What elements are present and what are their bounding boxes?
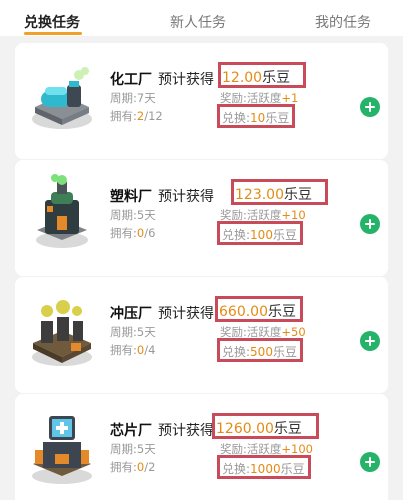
- stamping-factory-icon: [27, 291, 97, 369]
- predicted-price: 1260.00乐豆: [212, 413, 319, 439]
- factory-name: 塑料厂: [110, 189, 152, 205]
- predict-label: 预计获得: [158, 306, 214, 322]
- factory-card: 化工厂 预计获得 12.00乐豆 周期:7天 拥有:2/12 奖励:活跃度+1 …: [15, 43, 388, 159]
- exchange-cost: 兑换:1000乐豆: [217, 455, 311, 479]
- exchange-cost: 兑换:100乐豆: [217, 221, 303, 245]
- predict-label: 预计获得: [158, 189, 214, 205]
- factory-name: 冲压厂: [110, 306, 152, 322]
- price-value: 660.00: [219, 304, 268, 320]
- tab-newbie-tasks[interactable]: 新人任务: [170, 12, 226, 32]
- period-text: 周期:5天: [110, 325, 156, 339]
- add-button[interactable]: [360, 331, 380, 351]
- owned-text: 拥有:2/12: [110, 109, 163, 123]
- add-button[interactable]: [360, 452, 380, 472]
- owned-text: 拥有:0/4: [110, 343, 156, 357]
- predict-label: 预计获得: [158, 72, 214, 88]
- price-unit: 乐豆: [262, 70, 291, 86]
- active-tab-indicator: [24, 32, 82, 35]
- factory-name: 芯片厂: [110, 423, 152, 439]
- price-value: 123.00: [235, 187, 284, 203]
- predicted-price: 660.00乐豆: [215, 296, 303, 322]
- predicted-price: 12.00乐豆: [218, 62, 306, 88]
- tab-my-tasks[interactable]: 我的任务: [315, 12, 371, 32]
- factory-card: 塑料厂 预计获得 123.00乐豆 周期:5天 拥有:0/6 奖励:活跃度+10…: [15, 160, 388, 276]
- factory-card: 芯片厂 预计获得 1260.00乐豆 周期:5天 拥有:0/2 奖励:活跃度+1…: [15, 394, 388, 500]
- predicted-price: 123.00乐豆: [231, 179, 328, 205]
- period-text: 周期:7天: [110, 91, 156, 105]
- exchange-cost: 兑换:500乐豆: [217, 338, 303, 362]
- period-text: 周期:5天: [110, 208, 156, 222]
- predict-label: 预计获得: [158, 423, 214, 439]
- tab-bar: 兑换任务 新人任务 我的任务: [0, 0, 403, 36]
- exchange-cost: 兑换:10乐豆: [217, 104, 296, 128]
- owned-text: 拥有:0/2: [110, 460, 156, 474]
- factory-name: 化工厂: [110, 72, 152, 88]
- add-button[interactable]: [360, 214, 380, 234]
- price-unit: 乐豆: [268, 304, 296, 320]
- factory-card: 冲压厂 预计获得 660.00乐豆 周期:5天 拥有:0/4 奖励:活跃度+50…: [15, 277, 388, 393]
- add-button[interactable]: [360, 97, 380, 117]
- owned-text: 拥有:0/6: [110, 226, 156, 240]
- price-value: 1260.00: [216, 421, 274, 437]
- plastic-factory-icon: [27, 174, 97, 252]
- tab-exchange-tasks[interactable]: 兑换任务: [24, 12, 80, 32]
- price-unit: 乐豆: [273, 421, 302, 437]
- price-value: 12.00: [222, 70, 263, 86]
- chemical-factory-icon: [27, 57, 97, 135]
- price-unit: 乐豆: [284, 187, 312, 203]
- period-text: 周期:5天: [110, 442, 156, 456]
- chip-factory-icon: [27, 408, 97, 486]
